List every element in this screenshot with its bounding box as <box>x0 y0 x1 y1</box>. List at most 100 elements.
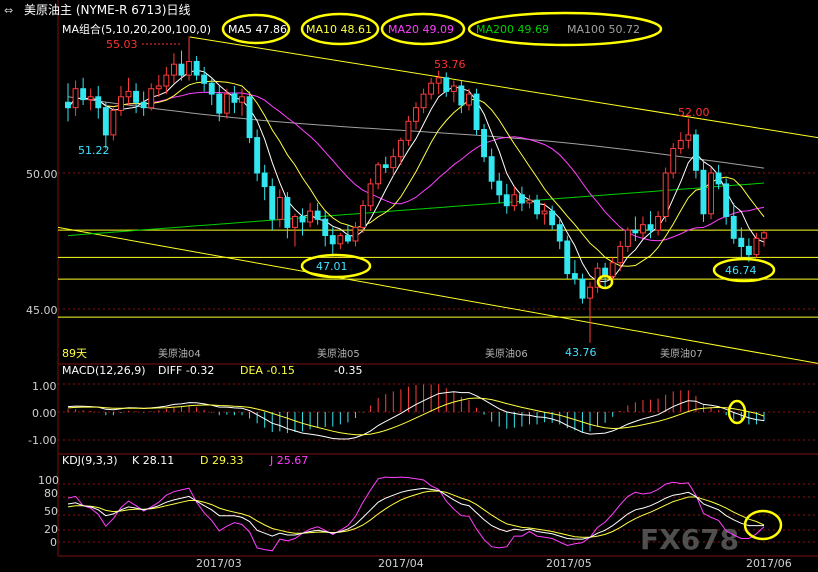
candle-down <box>715 172 722 185</box>
candle-down <box>488 156 495 182</box>
x-label-2017-04: 2017/04 <box>378 557 424 570</box>
annotation-low-46: 46.74 <box>725 264 757 277</box>
candle-down <box>201 74 208 84</box>
chart-title: 美原油主 (NYME-R 6713)日线 <box>24 3 190 17</box>
moving-average-lines <box>67 69 765 283</box>
chart-canvas: FX678 ⇔ 美原油主 (NYME-R 6713)日线 MA组合(5,10,2… <box>4 0 818 570</box>
candle-up <box>435 77 442 84</box>
candle-up <box>670 148 677 174</box>
candle-up <box>307 210 314 223</box>
candle-down <box>299 216 306 223</box>
candle-up <box>466 93 472 106</box>
candle-down <box>730 216 737 239</box>
candle-down <box>519 194 525 204</box>
candle-down <box>231 93 238 103</box>
kdj-d: D 29.33 <box>200 454 243 467</box>
candle-down <box>140 101 147 109</box>
candle-up <box>87 96 94 101</box>
candle-up <box>171 63 177 76</box>
candle-up <box>609 262 616 277</box>
candle-down <box>65 101 71 109</box>
candle-down <box>647 224 654 231</box>
candle-down <box>208 82 215 95</box>
candle-down <box>178 63 185 76</box>
candle-down <box>216 93 223 114</box>
candle-up <box>624 229 631 247</box>
annotation-high-53: 53.76 <box>434 58 466 71</box>
candle-up <box>239 96 245 103</box>
candle-up <box>118 96 124 111</box>
annotation-low-51: 51.22 <box>78 144 110 157</box>
annotation-high-55: 55.03 <box>106 38 138 51</box>
kdj-y-100: 100 <box>38 474 59 487</box>
candle-up <box>337 235 344 245</box>
y-label-45: 45.00 <box>26 304 58 317</box>
candle-down <box>458 85 465 106</box>
candle-down <box>246 96 253 139</box>
macd-y-neg1: -1.00 <box>28 434 56 447</box>
candle-up <box>125 90 132 98</box>
kdj-y-0: 0 <box>50 536 57 549</box>
candle-up <box>352 226 359 242</box>
candle-down <box>700 169 707 215</box>
period-label: 89天 <box>62 347 87 360</box>
candle-up <box>753 237 760 256</box>
candle-up <box>413 107 419 122</box>
candle-up <box>360 205 367 228</box>
candle-up <box>292 216 298 228</box>
candle-down <box>95 96 102 109</box>
candle-up <box>375 164 382 185</box>
candle-down <box>745 245 752 256</box>
ma200-legend: MA200 49.69 <box>476 23 549 36</box>
macd-dea: DEA -0.15 <box>240 364 295 377</box>
candle-down <box>564 240 571 275</box>
ma5-line <box>67 69 765 283</box>
candle-down <box>571 273 578 280</box>
candle-up <box>526 199 533 204</box>
candle-up <box>186 61 193 76</box>
kdj-y-80: 80 <box>44 487 58 500</box>
macd-name: MACD(12,26,9) <box>62 364 146 377</box>
candle-down <box>579 278 586 299</box>
candle-down <box>693 134 699 171</box>
contract-label-06: 美原油06 <box>485 347 528 360</box>
annotation-high-52: 52.00 <box>678 106 710 119</box>
candle-up <box>450 85 457 92</box>
candle-down <box>534 199 540 215</box>
candle-down <box>269 186 276 220</box>
ma-group-label: MA组合(5,10,20,200,100,0) <box>62 22 211 36</box>
candle-up <box>390 156 397 169</box>
support-trendline <box>57 226 818 364</box>
candle-down <box>473 93 480 130</box>
candle-up <box>677 139 684 150</box>
annotation-low-47: 47.01 <box>316 260 348 273</box>
contract-label-07: 美原油07 <box>660 347 703 360</box>
menu-icon[interactable]: ⇔ <box>4 4 13 17</box>
candle-up <box>685 134 692 141</box>
contract-label-05: 美原油05 <box>317 347 360 360</box>
contract-label-04: 美原油04 <box>158 347 201 360</box>
kdj-y-20: 20 <box>44 523 58 536</box>
candle-down <box>443 77 450 92</box>
kdj-y-50: 50 <box>44 505 58 518</box>
candle-up <box>617 245 624 264</box>
candle-down <box>496 180 503 196</box>
candle-up <box>761 232 767 239</box>
ma10-legend: MA10 48.61 <box>306 23 372 36</box>
candle-up <box>640 224 646 234</box>
candle-up <box>655 216 661 231</box>
candle-up <box>110 109 117 136</box>
candle-down <box>723 183 730 217</box>
y-label-50: 50.00 <box>26 168 58 181</box>
candlesticks <box>65 36 767 343</box>
candle-up <box>163 74 170 87</box>
macd-value: -0.35 <box>334 364 362 377</box>
candle-up <box>587 286 593 299</box>
ma100-legend: MA100 50.72 <box>567 23 640 36</box>
candle-down <box>738 237 745 248</box>
annotation-low-43: 43.76 <box>565 346 597 359</box>
candle-down <box>503 194 510 207</box>
macd-diff: DIFF -0.32 <box>158 364 214 377</box>
candle-down <box>556 224 563 242</box>
candle-up <box>367 183 374 207</box>
